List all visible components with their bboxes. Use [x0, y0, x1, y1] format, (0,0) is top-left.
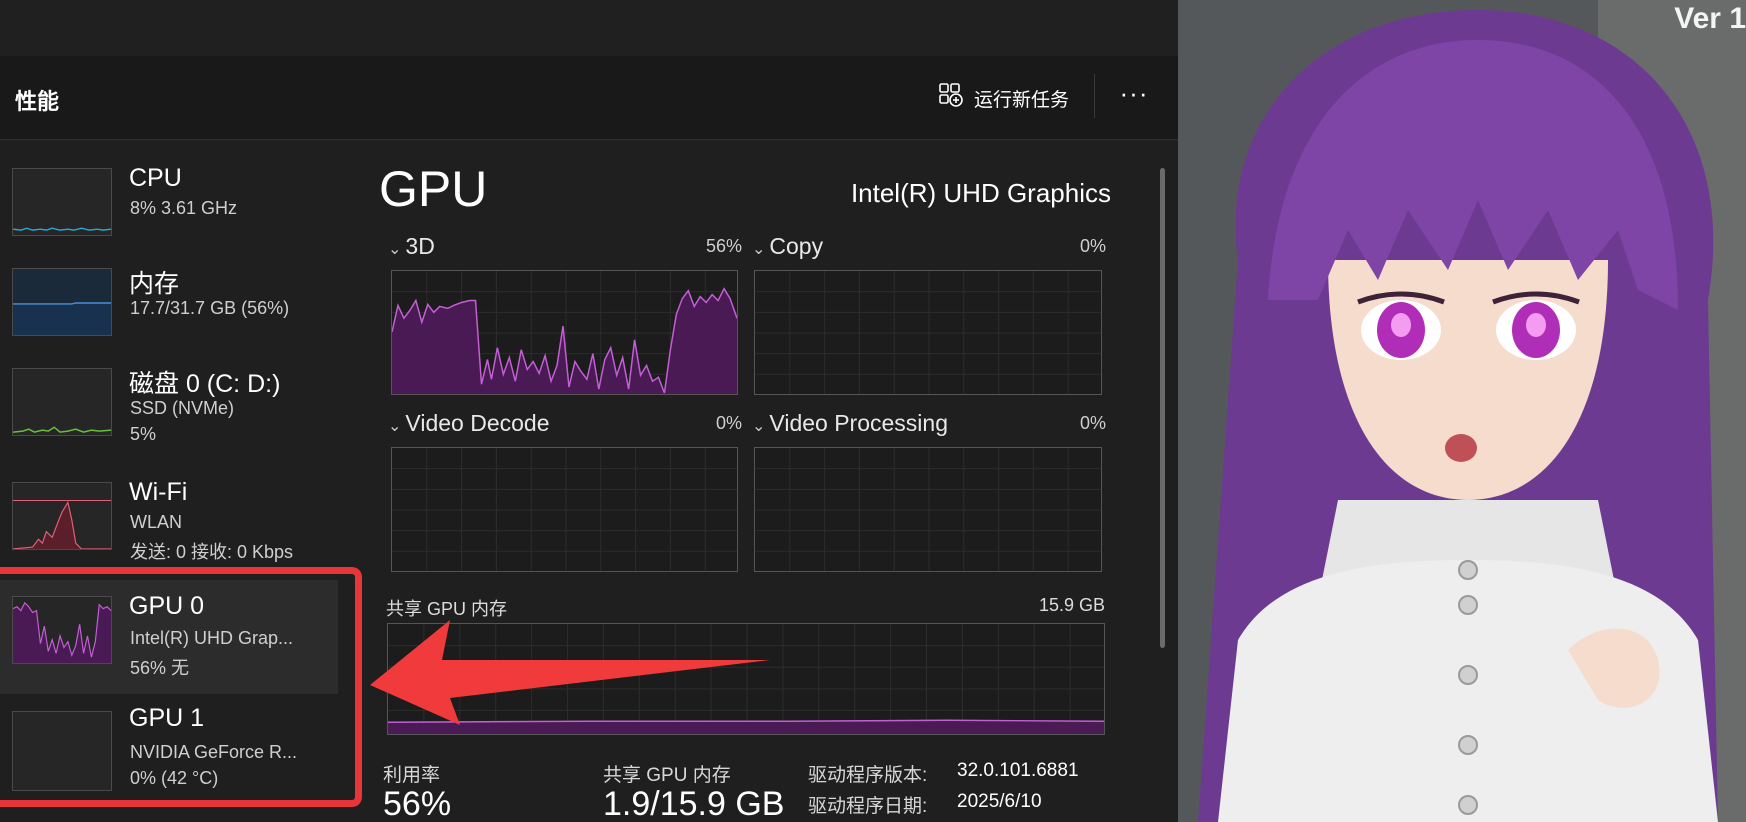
engine-name: ⌄ Video Decode	[388, 410, 550, 436]
sidebar-item-disk[interactable]: 磁盘 0 (C: D:) SSD (NVMe) 5%	[0, 360, 340, 460]
engine-video-processing-header[interactable]: ⌄ Video Processing 0%	[752, 410, 1106, 438]
sidebar-item-wifi[interactable]: Wi-Fi WLAN 发送: 0 接收: 0 Kbps	[0, 474, 340, 574]
chevron-down-icon: ⌄	[752, 241, 766, 258]
add-task-icon	[938, 82, 964, 114]
engine-video-decode-header[interactable]: ⌄ Video Decode 0%	[388, 410, 742, 438]
shared-memory-graph-max: 15.9 GB	[1038, 595, 1105, 615]
page-header: 性能 运行新任务 ···	[0, 56, 1178, 140]
disk-thumbnail-graph	[12, 368, 112, 436]
annotation-arrow	[370, 620, 770, 725]
sidebar-item-detail: SSD (NVMe)	[130, 398, 235, 418]
engine-percent: 0%	[1079, 413, 1106, 433]
sidebar-item-title: Wi-Fi	[129, 478, 188, 506]
sidebar-item-usage: 5%	[130, 424, 157, 444]
engine-video-processing-graph	[754, 447, 1102, 572]
header-divider	[1094, 74, 1095, 118]
driver-version-label: 驱动程序版本:	[808, 765, 928, 786]
gpu-model-name: Intel(R) UHD Graphics	[850, 178, 1111, 208]
sidebar-item-title: 内存	[129, 270, 180, 298]
sidebar-item-cpu[interactable]: CPU 8% 3.61 GHz	[0, 160, 340, 260]
chevron-down-icon: ⌄	[388, 418, 402, 435]
memory-thumbnail-graph	[12, 268, 112, 336]
wifi-thumbnail-graph	[12, 482, 112, 550]
engine-copy-graph	[754, 270, 1102, 395]
chevron-down-icon: ⌄	[388, 241, 402, 258]
engine-video-decode-graph	[391, 447, 738, 572]
sidebar-item-title: CPU	[129, 164, 182, 192]
sidebar-item-detail: WLAN	[130, 512, 183, 532]
anime-artwork: Ver 1	[1178, 0, 1746, 822]
engine-3d-header[interactable]: ⌄ 3D 56%	[388, 233, 742, 261]
shared-memory-value: 1.9/15.9 GB	[603, 785, 785, 822]
engine-percent: 56%	[705, 236, 742, 256]
shared-memory-label: 共享 GPU 内存	[603, 765, 731, 786]
gpu-heading: GPU	[379, 161, 488, 217]
scrollbar[interactable]	[1160, 168, 1165, 648]
driver-date-value: 2025/6/10	[957, 791, 1042, 812]
run-new-task-button[interactable]: 运行新任务	[928, 78, 1079, 118]
engine-percent: 0%	[715, 413, 742, 433]
highlight-box	[0, 567, 362, 807]
sidebar-item-detail: 17.7/31.7 GB (56%)	[130, 298, 290, 318]
sidebar-item-memory[interactable]: 内存 17.7/31.7 GB (56%)	[0, 260, 340, 360]
driver-version-value: 32.0.101.6881	[957, 760, 1079, 781]
engine-name: ⌄ Copy	[752, 233, 824, 259]
engine-name: ⌄ 3D	[388, 233, 435, 259]
task-manager-window: 性能 运行新任务 ··· CPU 8% 3.61 GHz 内存 17.7/31.…	[0, 0, 1178, 822]
engine-3d-graph	[391, 270, 738, 395]
chevron-down-icon: ⌄	[752, 418, 766, 435]
more-icon[interactable]: ···	[1112, 76, 1156, 116]
sidebar-item-detail: 8% 3.61 GHz	[130, 198, 238, 218]
utilization-label: 利用率	[383, 765, 441, 786]
engine-copy-header[interactable]: ⌄ Copy 0%	[752, 233, 1106, 261]
sidebar-item-throughput: 发送: 0 接收: 0 Kbps	[130, 542, 294, 562]
shared-memory-graph-label: 共享 GPU 内存	[386, 599, 508, 619]
title-bar	[0, 0, 1178, 56]
utilization-value: 56%	[383, 785, 452, 822]
driver-date-label: 驱动程序日期:	[808, 796, 928, 817]
engine-percent: 0%	[1079, 236, 1106, 256]
page-title: 性能	[15, 89, 60, 114]
sidebar-item-title: 磁盘 0 (C: D:)	[129, 370, 281, 398]
run-new-task-label: 运行新任务	[974, 89, 1070, 111]
engine-name: ⌄ Video Processing	[752, 410, 948, 436]
cpu-thumbnail-graph	[12, 168, 112, 236]
version-text: Ver 1	[1674, 2, 1746, 35]
